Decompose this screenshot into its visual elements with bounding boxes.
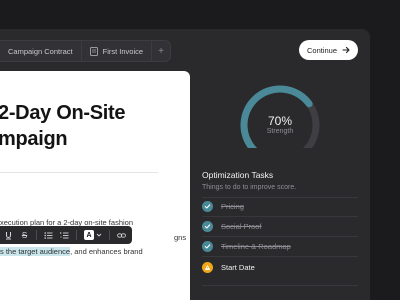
strength-label: Strength	[266, 128, 294, 135]
optimization-title: Optimization Tasks	[202, 170, 274, 180]
formatting-toolbar: S A	[0, 226, 132, 244]
text-color-button[interactable]: A	[84, 230, 102, 240]
add-tab-button[interactable]: +	[152, 41, 170, 61]
text-color-icon: A	[84, 230, 94, 240]
warning-icon	[202, 262, 213, 273]
divider	[202, 216, 358, 217]
document-icon	[89, 46, 98, 56]
task-label: Start Date	[221, 263, 255, 272]
bullet-list-icon	[44, 231, 53, 239]
arrow-right-icon	[342, 46, 350, 54]
chevron-down-icon	[96, 233, 102, 237]
title-line-1: 2-Day On-Site	[0, 102, 126, 124]
document-editor[interactable]: 2-Day On-Site mpaign xecution plan for a…	[0, 71, 190, 300]
task-label: Pricing	[221, 202, 244, 211]
tab-first-invoice[interactable]: First Invoice	[82, 41, 153, 61]
check-icon	[202, 221, 213, 232]
tab-label: Campaign Contract	[8, 46, 73, 56]
task-social-proof[interactable]: Social Proof	[202, 221, 261, 232]
link-button[interactable]	[117, 231, 126, 240]
numbered-list-icon	[60, 231, 69, 238]
plus-icon: +	[158, 45, 164, 57]
divider	[0, 172, 158, 173]
tab-campaign-contract[interactable]: Campaign Contract	[0, 41, 82, 61]
check-icon	[202, 241, 213, 252]
divider	[202, 256, 358, 257]
toolbar-divider	[76, 230, 77, 240]
toolbar-divider	[109, 230, 110, 240]
strikethrough-button[interactable]: S	[20, 231, 29, 240]
task-pricing[interactable]: Pricing	[202, 201, 244, 212]
check-icon	[202, 201, 213, 212]
title-line-2: mpaign	[0, 128, 68, 150]
task-start-date[interactable]: Start Date	[202, 262, 255, 273]
bullet-list-button[interactable]	[44, 231, 53, 240]
toolbar-divider	[36, 230, 37, 240]
task-timeline-roadmap[interactable]: Timeline & Roadmap	[202, 241, 291, 252]
divider	[202, 285, 358, 286]
continue-button[interactable]: Continue	[299, 40, 358, 60]
task-label: Timeline & Roadmap	[221, 242, 291, 251]
divider	[202, 236, 358, 237]
body-text-line[interactable]: gns	[174, 233, 186, 242]
divider	[202, 197, 358, 198]
document-title[interactable]: 2-Day On-Site mpaign	[0, 100, 190, 152]
link-icon	[117, 232, 126, 238]
underline-button[interactable]	[4, 231, 13, 240]
continue-label: Continue	[306, 45, 338, 55]
underline-icon	[6, 231, 11, 239]
task-label: Social Proof	[221, 222, 262, 231]
selected-text[interactable]: s the target audience	[0, 247, 71, 256]
tab-label: First Invoice	[102, 46, 144, 56]
body-text: , and enhances brand	[70, 247, 143, 256]
document-tabs: Campaign Contract First Invoice +	[0, 40, 171, 62]
numbered-list-button[interactable]	[60, 231, 69, 240]
body-text-line[interactable]: s the target audience, and enhances bran…	[0, 247, 143, 256]
strength-value: 70%	[267, 114, 293, 128]
strikethrough-icon: S	[21, 230, 28, 240]
optimization-subtitle: Things to do to improve score.	[202, 184, 297, 191]
